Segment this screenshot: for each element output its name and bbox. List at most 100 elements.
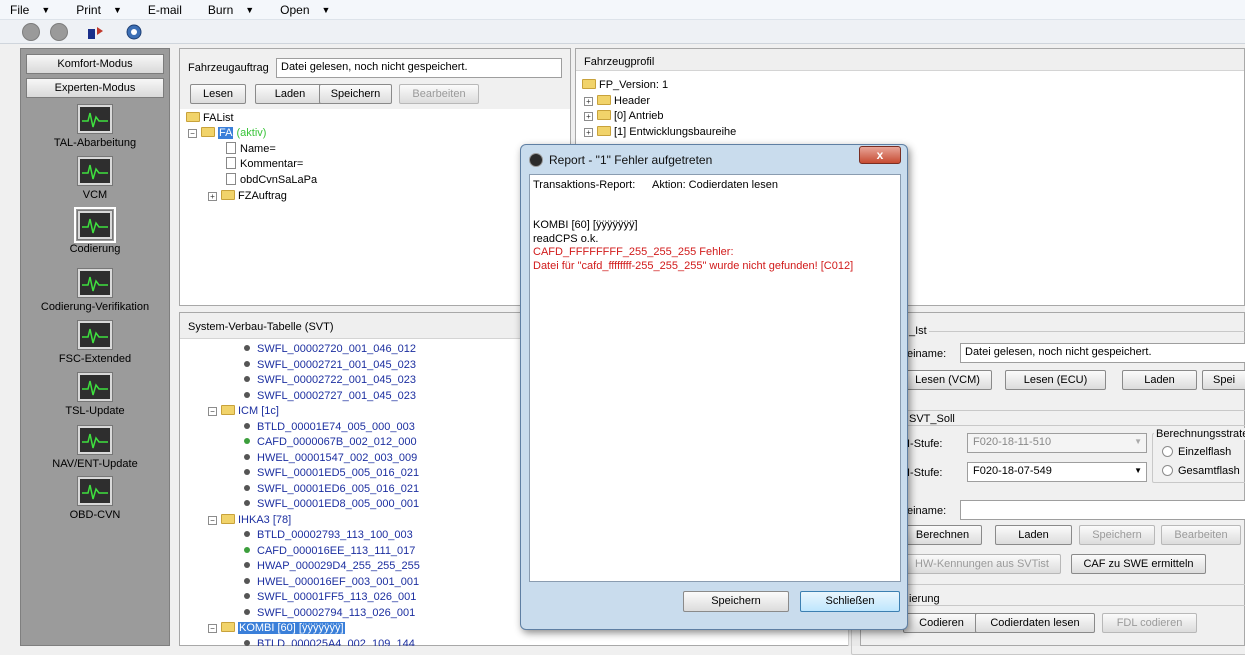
menu-file-label: File	[10, 2, 30, 17]
menu-open[interactable]: Open ▼	[280, 3, 330, 17]
close-icon[interactable]: x	[859, 146, 901, 164]
tree-leaf[interactable]: + FZAuftrag	[208, 189, 287, 204]
fa-bearbeiten-button[interactable]: Bearbeiten	[399, 84, 479, 104]
toolbar	[0, 20, 1245, 44]
fp-tree-item[interactable]: + [0] Antrieb	[584, 109, 664, 124]
stufe1-select[interactable]: F020-18-11-510 ▼	[967, 433, 1147, 453]
svt-leaf-row[interactable]: BTLD_000025A4_002_109_144	[244, 637, 415, 647]
svt-leaf-label: SWFL_00001ED5_005_016_021	[257, 467, 420, 479]
svt-leaf-label: SWFL_00002727_001_045_023	[257, 389, 417, 402]
svt-leaf-row[interactable]: SWFL_00002794_113_026_001	[244, 606, 415, 621]
tree-leaf[interactable]: Name=	[226, 142, 276, 157]
svt-leaf-row[interactable]: CAFD_000016EE_113_111_017	[244, 544, 415, 559]
tree-leaf[interactable]: obdCvnSaLaPa	[226, 173, 317, 188]
forward-icon[interactable]	[50, 23, 68, 41]
sidebar-item-obd[interactable]: OBD-CVN	[21, 477, 169, 521]
svt-leaf-row[interactable]: SWFL_00001ED8_005_000_001	[244, 497, 419, 512]
fa-lesen-button[interactable]: Lesen	[190, 84, 246, 104]
chevron-down-icon: ▼	[41, 4, 51, 15]
globe-icon[interactable]	[124, 23, 144, 41]
svt-leaf-row[interactable]: BTLD_00001E74_005_000_003	[244, 420, 415, 435]
radio-label: Gesamtflash	[1178, 465, 1240, 477]
sidebar-item-verifikation[interactable]: Codierung-Verifikation	[21, 269, 169, 313]
svt-leaf-row[interactable]: SWFL_00001ED5_005_016_021	[244, 466, 419, 481]
sidebar-item-codierung[interactable]: Codierung	[21, 207, 169, 255]
svt-leaf-row[interactable]: SWFL_00001FF5_113_026_001	[244, 590, 416, 605]
soll-bearbeiten-button[interactable]: Bearbeiten	[1161, 525, 1241, 545]
ist-laden-button[interactable]: Laden	[1122, 370, 1197, 390]
menu-print[interactable]: Print ▼	[76, 3, 122, 17]
fa-status-field[interactable]: Datei gelesen, noch nicht gespeichert.	[276, 58, 562, 78]
caf-swe-button[interactable]: CAF zu SWE ermitteln	[1071, 554, 1206, 574]
back-icon[interactable]	[22, 23, 40, 41]
svt-leaf-row[interactable]: SWFL_00002722_001_045_023	[244, 373, 416, 388]
gesamtflash-radio[interactable]: Gesamtflash	[1162, 465, 1240, 477]
tree-leaf-label: obdCvnSaLaPa	[240, 174, 318, 186]
soll-name-field[interactable]	[960, 500, 1245, 520]
radio-label: Einzelflash	[1178, 446, 1232, 458]
sidebar-item-label: NAV/ENT-Update	[52, 458, 138, 470]
svt-leaf-row[interactable]: CAFD_0000067B_002_012_000	[244, 435, 417, 450]
sidebar-item-tsl[interactable]: TSL-Update	[21, 373, 169, 417]
svt-leaf-row[interactable]: HWEL_00001547_002_003_009	[244, 451, 417, 466]
svt-group-row[interactable]: − IHKA3 [78]	[208, 513, 291, 528]
folder-icon	[597, 126, 611, 136]
menu-burn-label: Burn	[207, 2, 234, 17]
fa-laden-button[interactable]: Laden	[255, 84, 325, 104]
sidebar-item-tal[interactable]: TAL-Abarbeitung	[21, 105, 169, 149]
stufe2-select[interactable]: F020-18-07-549 ▼	[967, 462, 1147, 482]
svt-leaf-row[interactable]: SWFL_00001ED6_005_016_021	[244, 482, 419, 497]
lesen-vcm-button[interactable]: Lesen (VCM)	[903, 370, 992, 390]
fp-tree-item[interactable]: + Header	[584, 94, 650, 109]
name-label: einame:	[907, 348, 947, 360]
komfort-mode-button[interactable]: Komfort-Modus	[26, 54, 164, 74]
svt-group-row[interactable]: − ICM [1c]	[208, 404, 279, 419]
svt-group-row[interactable]: − KOMBI [60] [ÿÿÿÿÿÿÿ]	[208, 621, 345, 636]
dialog-speichern-button[interactable]: Speichern	[683, 591, 789, 612]
menu-email[interactable]: E-mail	[148, 3, 182, 17]
folder-icon	[221, 190, 235, 200]
svt-leaf-row[interactable]: SWFL_00002721_001_045_023	[244, 358, 416, 373]
svt-soll-title: SVT_Soll	[907, 413, 957, 425]
dialog-schliessen-button[interactable]: Schließen	[800, 591, 900, 612]
fp-tree-label: Header	[614, 95, 651, 107]
svt-leaf-label: BTLD_000025A4_002_109_144	[257, 637, 415, 647]
soll-laden-button[interactable]: Laden	[995, 525, 1072, 545]
menu-file[interactable]: File ▼	[10, 3, 50, 17]
radio-icon	[1162, 446, 1173, 457]
codierdaten-lesen-button[interactable]: Codierdaten lesen	[975, 613, 1095, 633]
svt-leaf-row[interactable]: BTLD_00002793_113_100_003	[244, 528, 413, 543]
svt-leaf-row[interactable]: SWFL_00002720_001_046_012	[244, 342, 416, 357]
lesen-ecu-button[interactable]: Lesen (ECU)	[1005, 370, 1106, 390]
menu-burn[interactable]: Burn ▼	[208, 3, 254, 17]
connect-icon[interactable]	[86, 23, 106, 41]
fdl-codieren-button[interactable]: FDL codieren	[1102, 613, 1197, 633]
berechnen-button[interactable]: Berechnen	[903, 525, 982, 545]
soll-speichern-button[interactable]: Speichern	[1079, 525, 1155, 545]
tree-leaf-label: FZAuftrag	[238, 190, 287, 202]
fp-tree-label: [1] Entwicklungsbaureihe	[614, 126, 737, 138]
expand-icon: +	[584, 112, 593, 121]
ist-speichern-button[interactable]: Spei	[1202, 370, 1245, 390]
monitor-icon	[78, 321, 112, 349]
ist-name-field[interactable]: Datei gelesen, noch nicht gespeichert.	[960, 343, 1245, 363]
codieren-button[interactable]: Codieren	[903, 613, 980, 633]
svt-leaf-row[interactable]: HWEL_000016EF_003_001_001	[244, 575, 419, 590]
experten-mode-button[interactable]: Experten-Modus	[26, 78, 164, 98]
tree-leaf[interactable]: Kommentar=	[226, 157, 303, 172]
svt-leaf-row[interactable]: HWAP_000029D4_255_255_255	[244, 559, 420, 574]
sidebar-item-nav[interactable]: NAV/ENT-Update	[21, 426, 169, 470]
tree-node-fa[interactable]: − FA (aktiv)	[188, 126, 266, 141]
fp-tree-root[interactable]: FP_Version: 1	[582, 78, 668, 93]
fp-tree-item[interactable]: + [1] Entwicklungsbaureihe	[584, 125, 736, 140]
sidebar-item-vcm[interactable]: VCM	[21, 157, 169, 201]
sidebar-item-fsc[interactable]: FSC-Extended	[21, 321, 169, 365]
svt-leaf-row[interactable]: SWFL_00002727_001_045_023	[244, 389, 416, 404]
tree-root[interactable]: FAList	[186, 111, 234, 126]
tree-node-label: FA	[218, 127, 234, 139]
status-dot-icon	[244, 531, 250, 537]
einzelflash-radio[interactable]: Einzelflash	[1162, 446, 1231, 458]
fa-speichern-button[interactable]: Speichern	[319, 84, 392, 104]
hw-kennungen-button[interactable]: HW-Kennungen aus SVTist	[903, 554, 1061, 574]
monitor-icon	[78, 426, 112, 454]
